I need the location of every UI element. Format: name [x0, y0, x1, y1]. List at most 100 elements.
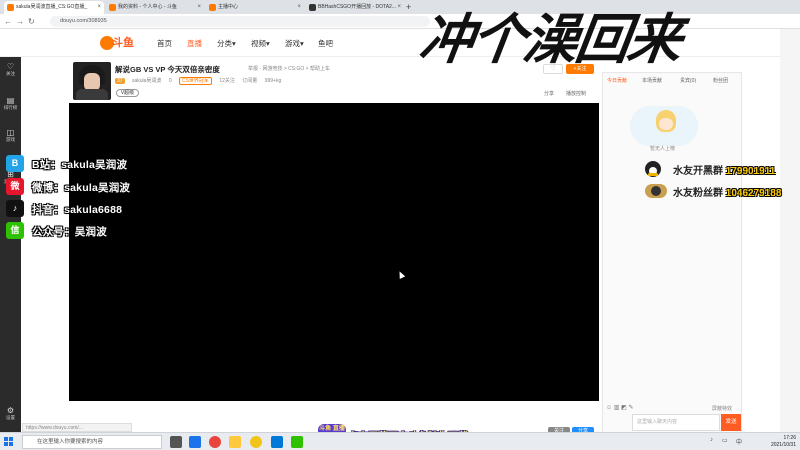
back-arrow-icon[interactable]: ← — [4, 15, 12, 28]
stat-follow: 12关注 — [219, 78, 235, 84]
mouse-cursor-icon — [396, 270, 406, 279]
status-url: https://www.douyu.com/... — [22, 423, 132, 432]
sidebar-label: 游戏 — [6, 137, 15, 142]
browser-tab-2[interactable]: 我的资料 - 个人中心 - 斗鱼 × — [106, 1, 204, 14]
reload-icon[interactable]: ↻ — [28, 15, 35, 28]
tab-2-label: 我的资料 - 个人中心 - 斗鱼 — [118, 4, 177, 10]
fan-group-label: 水友粉丝群 — [673, 188, 726, 199]
social-text-bilibili: B站：sakula吴润波 — [32, 159, 128, 171]
block-effects-checkbox[interactable]: 屏蔽特效 — [712, 405, 732, 412]
douyu-logo[interactable]: 斗鱼 — [100, 36, 134, 50]
ie-icon[interactable] — [189, 436, 201, 448]
playback-control-button[interactable]: 播放控制 — [566, 90, 586, 97]
nav-category[interactable]: 分类▾ — [217, 38, 236, 49]
empty-rank-caption: 暂无人上榜 — [650, 146, 676, 152]
volume-icon[interactable]: ♪ — [710, 437, 713, 443]
bilibili-icon: B — [6, 155, 24, 172]
url-field[interactable]: douyu.com/308935 — [50, 16, 430, 27]
task-view-icon[interactable] — [170, 436, 182, 448]
qq-penguin-icon — [645, 161, 661, 177]
close-tab-icon[interactable]: × — [397, 1, 401, 14]
file-explorer-icon[interactable] — [229, 436, 241, 448]
douyu-favicon-icon — [7, 4, 14, 11]
right-toolbar — [780, 29, 800, 432]
douyu-favicon-icon — [109, 4, 116, 11]
streamer-info-row: 37 sakula吴润波 0 CS世界冠军 12关注 订阅量 999+kg — [115, 77, 287, 85]
app-icon-2[interactable] — [271, 436, 283, 448]
tab-today-contribution[interactable]: 今日贡献 — [607, 77, 627, 84]
tab-vip[interactable]: 贵宾(0) — [680, 77, 696, 84]
ime-icon[interactable]: 中 — [736, 437, 742, 446]
streamer-avatar[interactable] — [73, 62, 111, 100]
social-text-wechat: 公众号：吴润波 — [32, 226, 107, 238]
sidebar-item-games[interactable]: ◫ 游戏 — [0, 128, 21, 143]
sidebar-item-settings[interactable]: ⚙ 设置 — [0, 406, 21, 421]
sidebar-label: 关注 — [6, 71, 15, 76]
social-text-douyin: 抖音：sakula6688 — [32, 204, 123, 216]
forward-arrow-icon[interactable]: → — [16, 15, 24, 28]
douyin-icon: ♪ — [6, 200, 24, 217]
wechat-taskbar-icon[interactable] — [291, 436, 303, 448]
heart-icon: ♡ — [6, 62, 15, 71]
level-badge: 37 — [115, 78, 125, 84]
taskbar-search[interactable]: 在这里输入你要搜索的内容 — [22, 435, 162, 449]
left-sidebar — [0, 57, 21, 432]
nav-live[interactable]: 直播 — [187, 38, 202, 49]
sidebar-label: 设置 — [6, 415, 15, 420]
video-player[interactable] — [69, 103, 599, 401]
network-icon[interactable]: ▭ — [722, 437, 728, 444]
sidebar-item-follow[interactable]: ♡ 关注 — [0, 62, 21, 77]
share-button[interactable]: 分享 — [544, 90, 554, 97]
stat-subs: 订阅量 — [242, 78, 258, 84]
close-tab-icon[interactable]: × — [197, 1, 201, 14]
clock-date: 2021/10/31 — [770, 442, 796, 448]
stream-title: 解说GB VS VP 今天双倍亲密度 — [115, 65, 220, 74]
close-tab-icon[interactable]: × — [97, 1, 101, 14]
close-tab-icon[interactable]: × — [297, 1, 301, 14]
vip-badge[interactable]: V超级 — [116, 89, 139, 97]
browser-tab-4[interactable]: BBHashCSGO开播回放 - DOTA2... × — [306, 1, 404, 14]
nav-home[interactable]: 首页 — [157, 38, 172, 49]
chrome-icon[interactable] — [209, 436, 221, 448]
clock-time: 17:26 — [783, 435, 796, 441]
tab-4-label: BBHashCSGO开播回放 - DOTA2... — [318, 4, 396, 10]
streamer-name[interactable]: sakula吴润波 — [132, 78, 161, 84]
sidebar-label: 排行榜 — [3, 105, 18, 110]
nav-fishbar[interactable]: 鱼吧 — [318, 38, 333, 49]
send-button[interactable]: 发送 — [721, 414, 741, 431]
tab-session-contribution[interactable]: 本场贡献 — [642, 77, 662, 84]
chat-tool-icons[interactable]: ☺ ▥ ◩ ✎ — [606, 404, 634, 411]
chat-input[interactable]: 这里输入聊天内容 — [632, 414, 720, 431]
windows-taskbar: 在这里输入你要搜索的内容 ♪ ▭ 中 17:26 2021/10/31 — [0, 432, 800, 450]
nav-games[interactable]: 游戏▾ — [285, 38, 304, 49]
fan-group-text: 水友粉丝群 1046279188 — [673, 184, 781, 199]
stat-weight: 999+kg — [264, 78, 282, 84]
empty-rank-mascot — [630, 106, 698, 146]
gear-icon: ⚙ — [6, 406, 15, 415]
nav-video[interactable]: 视频▾ — [251, 38, 270, 49]
taskbar-clock[interactable]: 17:26 2021/10/31 — [750, 435, 796, 449]
overlay-title: 冲个澡回来 — [415, 7, 685, 71]
avatar-body — [76, 89, 108, 100]
new-tab-button[interactable]: + — [406, 0, 411, 14]
sidebar-item-rank[interactable]: ▤ 排行榜 — [0, 96, 21, 111]
qq-group-label: 水友开黑群 — [673, 166, 726, 177]
windows-start-icon[interactable] — [4, 437, 14, 447]
qq-group-number: 179901911 — [725, 166, 776, 177]
tab-fan-club[interactable]: 粉丝团 — [713, 77, 728, 84]
video-favicon-icon — [309, 4, 316, 11]
wechat-icon: 信 — [6, 222, 24, 239]
browser-tab-3[interactable]: 主播中心 × — [206, 1, 304, 14]
social-text-weibo: 微博：sakula吴润波 — [32, 182, 131, 194]
tab-3-label: 主播中心 — [218, 4, 239, 10]
stream-category[interactable]: 举报 · 网游竞技 > CS:GO > 帮助上车 — [248, 65, 330, 72]
app-icon-1[interactable] — [250, 436, 262, 448]
browser-tab-1[interactable]: sakula吴润波直播_CS:GO直播_ × — [4, 1, 104, 14]
qq-group-text: 水友开黑群 179901911 — [673, 162, 775, 177]
gamepad-icon: ◫ — [6, 128, 15, 137]
logo-text: 斗鱼 — [112, 37, 134, 49]
fan-group-icon — [645, 184, 667, 198]
tab-1-label: sakula吴润波直播_CS:GO直播_ — [16, 4, 88, 10]
mascot-face — [659, 118, 673, 130]
fans-count: 0 — [168, 78, 172, 84]
